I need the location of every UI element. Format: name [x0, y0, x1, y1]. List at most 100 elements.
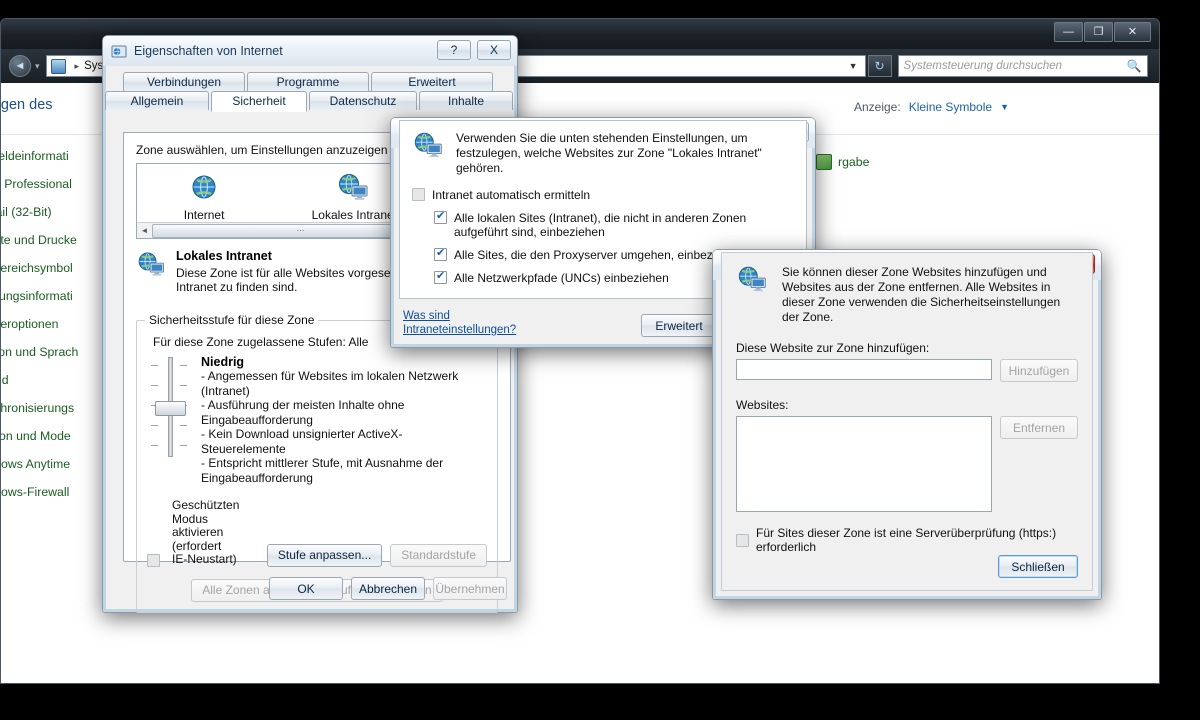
- tab-programme[interactable]: Programme: [247, 72, 369, 91]
- back-button[interactable]: ◄: [9, 55, 31, 77]
- control-panel-icon: [50, 58, 66, 74]
- search-input[interactable]: Systemsteuerung durchsuchen 🔍: [897, 55, 1148, 77]
- slider-thumb[interactable]: [155, 401, 186, 416]
- add-button: Hinzufügen: [1000, 359, 1078, 382]
- forward-dropdown-icon[interactable]: ▾: [35, 61, 40, 72]
- intranet-option-label: Intranet automatisch ermitteln: [432, 188, 591, 202]
- security-level-group: Sicherheitsstufe für diese Zone Für dies…: [136, 313, 498, 613]
- remove-button: Entfernen: [1000, 416, 1078, 439]
- close-button[interactable]: ✕: [1114, 22, 1151, 42]
- advanced-button[interactable]: Erweitert: [641, 314, 717, 337]
- add-website-label: Diese Website zur Zone hinzufügen:: [736, 341, 930, 355]
- security-level-bullet: - Angemessen für Websites im lokalen Net…: [201, 369, 459, 398]
- zone-local-intranet[interactable]: Lokales Intranet: [309, 170, 399, 222]
- internet-options-icon: [111, 43, 128, 60]
- dialog-footer: OK Abbrechen Übernehmen: [269, 577, 507, 600]
- sites-description-row: Sie können dieser Zone Websites hinzufüg…: [736, 265, 1078, 325]
- intranet-option-label: Alle Netzwerkpfade (UNCs) einbeziehen: [454, 271, 669, 285]
- dialog-close-button[interactable]: X: [477, 40, 511, 60]
- intranet-option-checkbox[interactable]: [434, 269, 447, 284]
- https-required-checkbox[interactable]: [736, 533, 749, 547]
- control-panel-item-label: Windows-Firewall: [1, 485, 70, 499]
- address-dropdown-icon[interactable]: ▼: [849, 61, 861, 71]
- security-level-bullet: - Entspricht mittlerer Stufe, mit Ausnah…: [201, 456, 444, 470]
- security-level-slider[interactable]: [147, 355, 191, 459]
- control-panel-item-label: Ordneroptionen: [0, 317, 59, 331]
- control-panel-item[interactable]: rgabe: [816, 148, 1016, 176]
- sites-footer: Schließen: [998, 555, 1078, 578]
- globe-icon: [159, 170, 249, 206]
- group-legend: Sicherheitsstufe für diese Zone: [145, 313, 319, 327]
- add-website-input[interactable]: [736, 359, 992, 380]
- tab-sicherheit[interactable]: Sicherheit: [211, 91, 307, 112]
- zone-description-line: Diese Zone ist für alle Websites vorgese…: [176, 266, 414, 280]
- websites-label: Websites:: [736, 398, 789, 412]
- zone-label: Internet: [183, 208, 225, 222]
- intranet-option-checkbox[interactable]: [412, 188, 425, 201]
- help-link-line1[interactable]: Was sind: [403, 309, 516, 323]
- tab-allgemein[interactable]: Allgemein: [105, 91, 209, 110]
- control-panel-item-label: Leistungsinformati: [1, 289, 73, 303]
- refresh-icon[interactable]: ↻: [867, 55, 892, 77]
- protected-mode-checkbox[interactable]: [147, 553, 160, 567]
- maximize-button[interactable]: ❐: [1084, 22, 1113, 42]
- add-website-row: Hinzufügen: [736, 359, 1078, 382]
- globe-monitor-icon: [309, 170, 399, 206]
- close-dialog-button[interactable]: Schließen: [998, 555, 1078, 578]
- tab-strip: Verbindungen Programme Erweitert Allgemein S…: [105, 72, 513, 112]
- view-value[interactable]: Kleine Symbole: [909, 100, 992, 114]
- intranet-option-checkbox[interactable]: [434, 209, 447, 224]
- tab-datenschutz[interactable]: Datenschutz: [309, 91, 417, 110]
- selected-zone-name: Lokales Intranet: [176, 249, 272, 263]
- security-level-bullet: - Kein Download unsignierter ActiveX-Ste…: [201, 427, 403, 456]
- help-link-line2[interactable]: Intraneteinstellungen?: [403, 323, 516, 337]
- control-panel-item-label: Windows Anytime: [1, 457, 71, 471]
- control-panel-item-label: Region und Sprach: [1, 345, 79, 359]
- protected-mode-label: Geschützten Modus aktivieren (erfordert IE…: [172, 498, 240, 566]
- intranet-option[interactable]: Intranet automatisch ermitteln: [412, 188, 794, 202]
- security-level-bullet: - Ausführung der meisten Inhalte ohne Ei…: [201, 398, 405, 427]
- zone-internet[interactable]: Internet: [159, 170, 249, 222]
- zone-label: Lokales Intranet: [311, 208, 397, 222]
- websites-listbox[interactable]: [736, 416, 992, 512]
- https-required-label: Für Sites dieser Zone ist eine Serverübe…: [756, 526, 1057, 554]
- intranet-option-checkbox[interactable]: [434, 246, 447, 261]
- internet-properties-titlebar: Eigenschaften von Internet ? X: [103, 36, 517, 66]
- scroll-left-icon[interactable]: ◄: [137, 226, 152, 235]
- apply-button: Übernehmen: [433, 577, 507, 600]
- tab-erweitert[interactable]: Erweitert: [371, 72, 493, 91]
- security-level-bullet: Eingabeaufforderung: [201, 470, 313, 485]
- sites-description: Sie können dieser Zone Websites hinzufüg…: [782, 265, 1061, 324]
- ok-button[interactable]: OK: [269, 577, 343, 600]
- control-panel-item-label: Synchronisierungs: [0, 401, 75, 415]
- control-panel-item-label: E-Mail (32-Bit): [1, 205, 52, 219]
- help-button[interactable]: ?: [437, 40, 471, 60]
- custom-level-button[interactable]: Stufe anpassen...: [266, 543, 383, 567]
- globe-monitor-icon: [412, 131, 446, 176]
- tab-verbindungen[interactable]: Verbindungen: [123, 72, 245, 91]
- tab-inhalte[interactable]: Inhalte: [419, 91, 513, 110]
- websites-row: Entfernen: [736, 416, 1078, 512]
- minimize-button[interactable]: —: [1054, 22, 1083, 42]
- globe-monitor-icon: [736, 265, 770, 325]
- cancel-button[interactable]: Abbrechen: [351, 577, 425, 600]
- control-panel-item-label: Infobereichsymbol: [0, 261, 73, 275]
- window-controls: — ❐ ✕: [1053, 22, 1151, 42]
- control-panel-column-right: rgabe: [816, 148, 1016, 176]
- chevron-down-icon[interactable]: ▼: [1000, 102, 1009, 112]
- intranet-option-label: Alle Sites, die den Proxyserver umgehen,…: [454, 248, 713, 262]
- intranet-help-link[interactable]: Was sind Intraneteinstellungen?: [403, 309, 516, 337]
- search-placeholder: Systemsteuerung durchsuchen: [903, 60, 1063, 72]
- intranet-option[interactable]: Alle lokalen Sites (Intranet), die nicht…: [434, 209, 794, 239]
- intranet-option-label: Alle lokalen Sites (Intranet), die nicht…: [454, 211, 747, 239]
- control-panel-item-icon: [816, 154, 832, 170]
- globe-monitor-icon: [136, 249, 168, 294]
- search-icon: 🔍: [1126, 59, 1142, 73]
- settings-description: Verwenden Sie die unten stehenden Einste…: [456, 131, 762, 175]
- security-level-title: Niedrig: [201, 355, 245, 369]
- view-selector[interactable]: Anzeige: Kleine Symbole ▼: [854, 100, 1009, 114]
- selected-zone-description: Diese Zone ist für alle Websites vorgese…: [176, 266, 414, 294]
- page-title: stellungen des: [0, 97, 53, 113]
- control-panel-item-label: rgabe: [838, 155, 870, 169]
- control-panel-item-label: Anmeldeinformati: [1, 149, 69, 163]
